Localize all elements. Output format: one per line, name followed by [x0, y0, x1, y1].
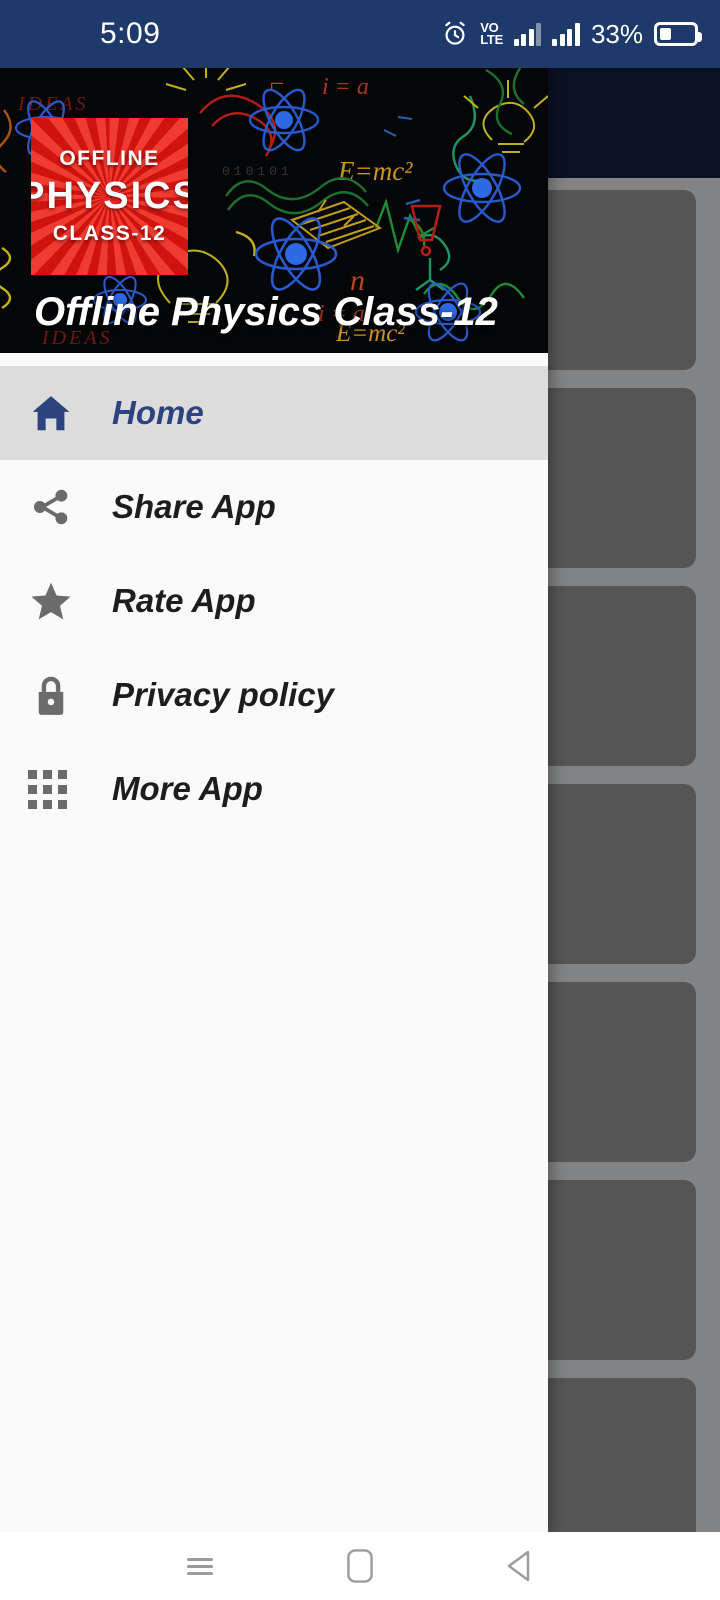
status-bar-clock: 5:09 [100, 17, 161, 50]
lock-icon [28, 672, 98, 718]
home-icon [28, 390, 98, 436]
lock-icon-glyph [38, 676, 64, 715]
signal-bars-icon-sim1 [513, 22, 542, 46]
status-bar: 5:09 VO LTE 33% [0, 0, 720, 68]
drawer-item-label: Share App [112, 488, 276, 525]
logo-line-1: OFFLINE [59, 147, 160, 170]
app-logo: OFFLINE PHYSICS CLASS-12 [31, 118, 188, 275]
battery-icon [654, 22, 702, 46]
home-square-icon [347, 1549, 373, 1583]
alarm-clock-icon [445, 21, 465, 45]
logo-line-2: PHYSICS [31, 175, 188, 217]
drawer-item-label: Privacy policy [112, 676, 334, 713]
recents-icon [187, 1554, 213, 1579]
status-bar-icons: VO LTE 33% [441, 18, 702, 50]
home-button[interactable] [325, 1532, 395, 1600]
drawer-menu-list: Home Share App Rate App Privacy policy More … [0, 353, 548, 836]
recents-button[interactable] [165, 1532, 235, 1600]
drawer-item-more-app[interactable]: More App [0, 742, 548, 836]
share-icon [28, 484, 98, 530]
drawer-item-rate-app[interactable]: Rate App [0, 554, 548, 648]
drawer-item-share-app[interactable]: Share App [0, 460, 548, 554]
svg-text:E=mc²: E=mc² [337, 156, 413, 186]
drawer-item-label: More App [112, 770, 263, 807]
battery-percent-label: 33% [590, 18, 643, 49]
svg-text:010101: 010101 [222, 164, 293, 179]
drawer-item-privacy-policy[interactable]: Privacy policy [0, 648, 548, 742]
volte-line-2: LTE [480, 32, 503, 47]
share-icon-glyph [33, 489, 68, 525]
back-button[interactable] [485, 1532, 555, 1600]
back-triangle-icon [507, 1550, 530, 1582]
home-icon-glyph [32, 396, 70, 431]
svg-text:i = a: i = a [322, 74, 369, 100]
drawer-item-home[interactable]: Home [0, 366, 548, 460]
star-icon [28, 578, 98, 624]
drawer-header-title: Offline Physics Class-12 [34, 290, 498, 334]
navigation-drawer: IDEAS IDEAS 010101 ⌐ i = a E=mc² E=mc² i… [0, 68, 548, 1532]
logo-line-3: CLASS-12 [52, 222, 167, 245]
drawer-item-label: Rate App [112, 582, 256, 619]
drawer-item-label: Home [112, 394, 204, 431]
star-icon-glyph [31, 582, 71, 620]
android-navigation-bar [0, 1532, 720, 1600]
volte-indicator-icon: VO LTE [480, 20, 503, 47]
grid-apps-icon [28, 769, 98, 809]
grid-apps-icon-glyph [28, 769, 67, 809]
signal-bars-icon-sim2 [552, 22, 580, 46]
drawer-header: IDEAS IDEAS 010101 ⌐ i = a E=mc² E=mc² i… [0, 68, 548, 353]
